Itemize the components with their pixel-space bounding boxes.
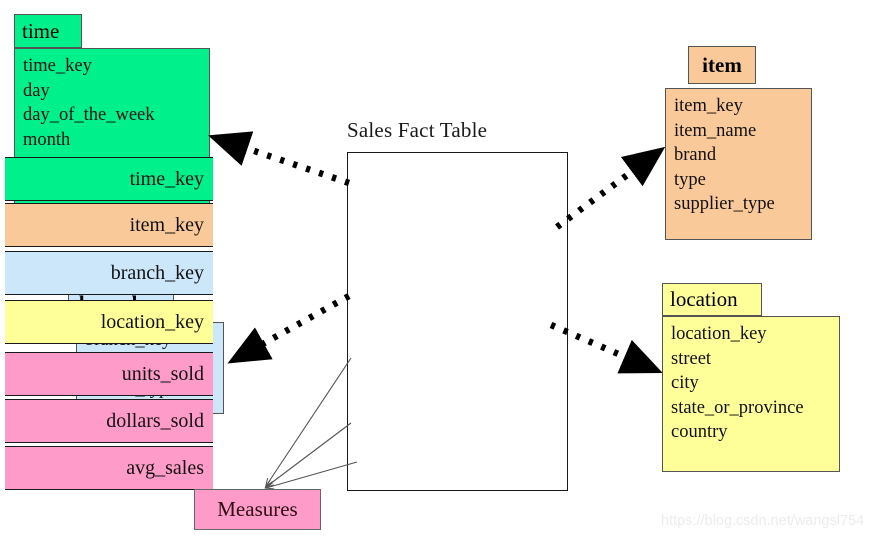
dimension-title-item: item [688, 46, 756, 84]
field-row: location_key [671, 324, 767, 344]
dimension-body-location: location_key street city state_or_provin… [662, 316, 840, 472]
fact-row-item-key: item_key [5, 203, 213, 247]
dimension-title-location: location [662, 283, 762, 316]
fact-row-label: time_key [129, 167, 204, 190]
connector-fact-to-time [208, 131, 351, 187]
connector-fact-to-branch [227, 293, 351, 364]
fact-row-avg-sales: avg_sales [5, 446, 213, 490]
fact-row-label: avg_sales [126, 456, 204, 479]
field-row: city [671, 373, 699, 394]
star-schema-diagram: time time_key day day_of_the_week month … [0, 0, 892, 541]
field-row: day [23, 80, 50, 101]
fact-table-outer-box [347, 152, 568, 491]
fact-row-label: branch_key [110, 261, 204, 284]
fact-row-time-key: time_key [5, 157, 213, 201]
fact-row-label: units_sold [121, 362, 204, 385]
fact-row-units-sold: units_sold [5, 352, 213, 396]
field-row: day_of_the_week [23, 105, 155, 126]
field-row: month [23, 129, 71, 150]
measures-label: Measures [217, 497, 298, 521]
fact-row-branch-key: branch_key [5, 251, 213, 295]
fact-row-location-key: location_key [5, 300, 213, 344]
dimension-title-time: time [14, 14, 82, 48]
connector-units-sold-to-measures [266, 357, 352, 486]
field-row: street [671, 348, 712, 369]
fact-row-label: dollars_sold [106, 409, 204, 432]
connector-avg-sales-to-measures [266, 461, 358, 488]
connector-fact-to-item [555, 146, 666, 230]
dimension-title-label: location [670, 287, 738, 311]
field-row: state_or_province [671, 397, 804, 418]
watermark-text: https://blog.csdn.net/wangsl754 [661, 513, 865, 529]
field-row: supplier_type [674, 194, 775, 215]
field-row: item_name [674, 120, 757, 141]
field-row: type [674, 169, 706, 190]
fact-row-label: item_key [129, 213, 204, 236]
fact-table-caption: Sales Fact Table [347, 118, 488, 142]
fact-row-dollars-sold: dollars_sold [5, 399, 213, 443]
dimension-title-label: time [22, 18, 60, 43]
connector-dollars-sold-to-measures [266, 422, 352, 487]
dimension-title-label: item [702, 52, 742, 77]
field-row: country [671, 422, 728, 443]
fact-row-label: location_key [100, 310, 204, 333]
dimension-body-item: item_key item_name brand type supplier_t… [665, 88, 812, 240]
field-row: item_key [674, 96, 743, 116]
field-row: time_key [23, 56, 92, 76]
field-row: brand [674, 145, 717, 166]
measures-callout-box: Measures [194, 489, 321, 530]
